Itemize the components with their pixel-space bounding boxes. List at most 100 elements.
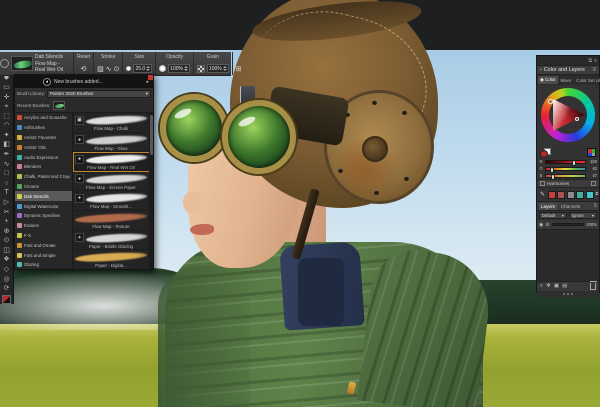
color-swatch[interactable]: [586, 191, 594, 199]
slider-bar-R[interactable]: [545, 160, 586, 164]
oval-shape-tool[interactable]: ○: [1, 179, 13, 189]
sv-marker[interactable]: [575, 117, 579, 121]
eyedropper-icon[interactable]: ✎: [540, 191, 545, 198]
blend-mode-dropdown[interactable]: Default ▾: [539, 212, 567, 219]
stroke-freehand-button[interactable]: ∿: [106, 66, 112, 73]
eraser-tool[interactable]: ▭: [1, 83, 13, 93]
color-swatch[interactable]: [557, 191, 565, 199]
scissors-tool[interactable]: ✂: [1, 207, 13, 217]
collapse-panel-icon[interactable]: ⧉: [589, 58, 593, 64]
opacity-stepper[interactable]: [184, 66, 188, 71]
brush-category-item[interactable]: F-X: [15, 231, 72, 241]
opacity-slider[interactable]: [159, 65, 166, 72]
hue-marker[interactable]: [548, 99, 553, 104]
harmonies-options-icon[interactable]: [591, 181, 596, 186]
tab-color[interactable]: ◉ Color: [538, 76, 558, 84]
rect-select-tool[interactable]: ⬚: [1, 111, 13, 121]
harmonies-toggle-icon[interactable]: [540, 181, 545, 186]
add-point-tool[interactable]: +: [1, 217, 13, 227]
size-value-box[interactable]: 25.0: [133, 64, 152, 73]
magic-wand-tool[interactable]: ✦: [1, 131, 13, 141]
brush-category-item[interactable]: Cloners: [15, 182, 72, 192]
brush-variant-item[interactable]: Flow Map - Texture: [73, 211, 153, 231]
pen-tool[interactable]: ✒: [1, 150, 13, 160]
brush-library-dropdown[interactable]: Painter 2020 Brushes ▾: [47, 90, 151, 98]
brush-category-item[interactable]: Artists' Favorites: [15, 133, 72, 143]
grain-stepper[interactable]: [223, 66, 227, 71]
rect-shape-tool[interactable]: □: [1, 169, 13, 179]
brush-variant-item[interactable]: ▣Flow Map - Chalk: [73, 113, 153, 133]
layers-menu-icon[interactable]: ≡: [593, 203, 597, 209]
brush-category-item[interactable]: Glazing: [15, 260, 72, 269]
grabber-tool[interactable]: ◇: [1, 265, 13, 275]
recent-brush-thumbnail[interactable]: [53, 101, 65, 110]
dock-menu-icon[interactable]: ≡: [594, 58, 597, 64]
shape-select-tool[interactable]: ▷: [1, 198, 13, 208]
color-swatch[interactable]: [548, 191, 556, 199]
reset-brush-button[interactable]: ⟲: [81, 66, 87, 73]
rgb-mode-icon[interactable]: [587, 148, 596, 157]
brush-variant-item[interactable]: ●Flow Map - Screen Paper: [73, 172, 153, 192]
panel-menu-icon[interactable]: ≡: [592, 67, 596, 73]
brush-category-item[interactable]: Dab Stencils: [15, 191, 72, 201]
brush-category-item[interactable]: Acrylics and Gouache: [15, 113, 72, 123]
magnifier-tool[interactable]: ◎: [1, 274, 13, 284]
slider-knob[interactable]: [550, 167, 554, 173]
current-brush-selector[interactable]: Dab Stencils Flow Map - Real Wet Oil: [9, 52, 74, 75]
tab-layers[interactable]: Layers: [539, 203, 557, 210]
grain-value-box[interactable]: 100%: [207, 64, 229, 73]
color-swatch[interactable]: [567, 191, 575, 199]
slider-bar-B[interactable]: [545, 174, 586, 178]
mirror-tool[interactable]: ◫: [1, 246, 13, 256]
delete-layer-icon[interactable]: [590, 283, 596, 290]
layer-adjuster-tool[interactable]: ✛: [1, 92, 13, 102]
slider-bar-G[interactable]: [545, 167, 586, 171]
tab-color-set-library[interactable]: Color Set Library: [574, 77, 600, 84]
slider-knob[interactable]: [551, 174, 555, 180]
lasso-tool[interactable]: ◠: [1, 121, 13, 131]
toolbox-color-swatch[interactable]: [2, 295, 11, 304]
rotate-page-tool[interactable]: ⟳: [1, 284, 13, 294]
layer-lock-icon[interactable]: ⊘: [545, 222, 549, 228]
slider-knob[interactable]: [572, 160, 576, 166]
close-icon[interactable]: [148, 75, 153, 80]
brush-variant-item[interactable]: ●Flow Map - Real Wet Oil: [73, 152, 153, 172]
tab-mixer[interactable]: Mixer: [559, 77, 574, 84]
opacity-value-box[interactable]: 100%: [168, 64, 190, 73]
brush-category-item[interactable]: Dynamic Speckles: [15, 211, 72, 221]
color-swatch[interactable]: [576, 191, 584, 199]
brush-category-item[interactable]: Chalk, Pastel and Crayons: [15, 172, 72, 182]
variant-scrollbar[interactable]: [149, 113, 153, 269]
transform-tool[interactable]: ⌖: [1, 102, 13, 112]
dynamic-plugins-icon[interactable]: ✻: [546, 284, 551, 290]
stroke-dab-button[interactable]: ⊙: [114, 66, 120, 73]
swatch-options-icon[interactable]: ⧈: [595, 191, 598, 198]
variant-scrollbar-thumb[interactable]: [150, 115, 153, 155]
layer-opacity-slider[interactable]: [552, 223, 585, 226]
main-additional-color-chips[interactable]: [540, 148, 552, 158]
brush-category-item[interactable]: Airbrushes: [15, 123, 72, 133]
kaleidoscope-tool[interactable]: ❖: [1, 255, 13, 265]
tab-channels[interactable]: Channels: [559, 203, 582, 210]
brush-variant-item[interactable]: ●Flow Map - Glow: [73, 133, 153, 153]
brush-category-item[interactable]: Digital Watercolor: [15, 201, 72, 211]
size-slider[interactable]: [126, 66, 131, 71]
layer-list[interactable]: [537, 229, 599, 281]
brush-variant-item[interactable]: ✶Paper - Bristle Glazing: [73, 231, 153, 251]
panel-resize-grip[interactable]: [537, 291, 599, 297]
ignore-dropdown[interactable]: Ignore ▾: [569, 212, 597, 219]
brush-category-item[interactable]: Erasers: [15, 221, 72, 231]
rubber-stamp-tool[interactable]: ⊙: [1, 236, 13, 246]
brush-category-item[interactable]: Blenders: [15, 162, 72, 172]
crop-tool[interactable]: ◧: [1, 140, 13, 150]
brush-variant-item[interactable]: Paper - Digital...: [73, 250, 153, 269]
cloner-tool[interactable]: ⊕: [1, 226, 13, 236]
new-group-icon[interactable]: ▤: [562, 284, 567, 290]
brush-variant-item[interactable]: ●Flow Map - Smooth...: [73, 191, 153, 211]
advanced-controls-button[interactable]: ⊞: [236, 66, 242, 73]
layer-commands-icon[interactable]: ⌕: [540, 284, 543, 290]
text-tool[interactable]: T: [1, 188, 13, 198]
brush-category-item[interactable]: Fast and Ornate: [15, 240, 72, 250]
layer-visibility-icon[interactable]: ◉: [539, 222, 543, 228]
main-color-chip[interactable]: [540, 150, 548, 158]
